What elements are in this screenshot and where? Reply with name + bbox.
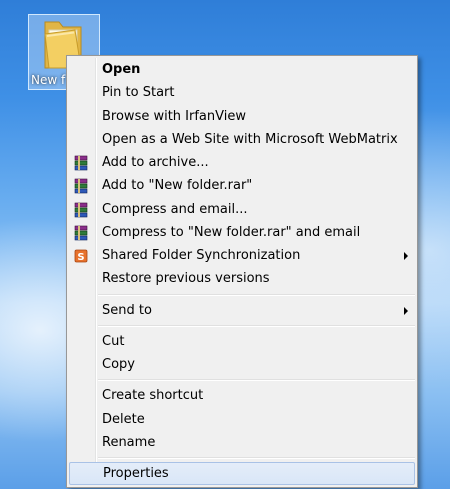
submenu-arrow-icon (404, 252, 408, 260)
menu-item-browse-irfanview[interactable]: Browse with IrfanView (67, 105, 417, 128)
menu-item-properties[interactable]: Properties (69, 462, 415, 486)
winrar-books-icon (74, 225, 88, 241)
menu-separator (67, 322, 417, 330)
menu-item-add-to-archive[interactable]: Add to archive... (67, 151, 417, 174)
menu-item-label: Compress to "New folder.rar" and email (102, 224, 361, 240)
menu-separator (67, 291, 417, 299)
menu-item-add-to-rar[interactable]: Add to "New folder.rar" (67, 174, 417, 197)
menu-item-copy[interactable]: Copy (67, 353, 417, 376)
context-menu: Open Pin to Start Browse with IrfanView … (66, 55, 418, 489)
menu-item-compress-email[interactable]: Compress and email... (67, 198, 417, 221)
menu-item-delete[interactable]: Delete (67, 408, 417, 431)
menu-item-shared-folder-sync[interactable]: S Shared Folder Synchronization (67, 244, 417, 267)
menu-item-label: Shared Folder Synchronization (102, 248, 301, 263)
menu-item-pin-to-start[interactable]: Pin to Start (67, 81, 417, 104)
menu-separator (67, 376, 417, 384)
folder-label: New f (31, 73, 66, 87)
menu-item-create-shortcut[interactable]: Create shortcut (67, 384, 417, 407)
submenu-arrow-icon (404, 306, 408, 315)
menu-separator (67, 454, 417, 462)
winrar-books-icon (74, 155, 88, 171)
menu-item-label: Add to "New folder.rar" (102, 178, 253, 194)
menu-item-label: Send to (102, 302, 152, 318)
menu-item-compress-rar-email[interactable]: Compress to "New folder.rar" and email (67, 221, 417, 244)
menu-item-open-webmatrix[interactable]: Open as a Web Site with Microsoft WebMat… (67, 128, 417, 151)
menu-item-open[interactable]: Open (67, 58, 417, 81)
sharepoint-sync-icon: S (74, 249, 88, 263)
menu-item-rename[interactable]: Rename (67, 431, 417, 454)
menu-item-send-to[interactable]: Send to (67, 299, 417, 322)
menu-item-restore-previous-versions[interactable]: Restore previous versions (67, 267, 417, 290)
menu-item-label: Compress and email... (102, 201, 248, 217)
winrar-books-icon (74, 178, 88, 194)
menu-item-cut[interactable]: Cut (67, 330, 417, 353)
svg-text:S: S (77, 252, 84, 263)
menu-item-label: Add to archive... (102, 155, 209, 170)
winrar-books-icon (74, 202, 88, 217)
